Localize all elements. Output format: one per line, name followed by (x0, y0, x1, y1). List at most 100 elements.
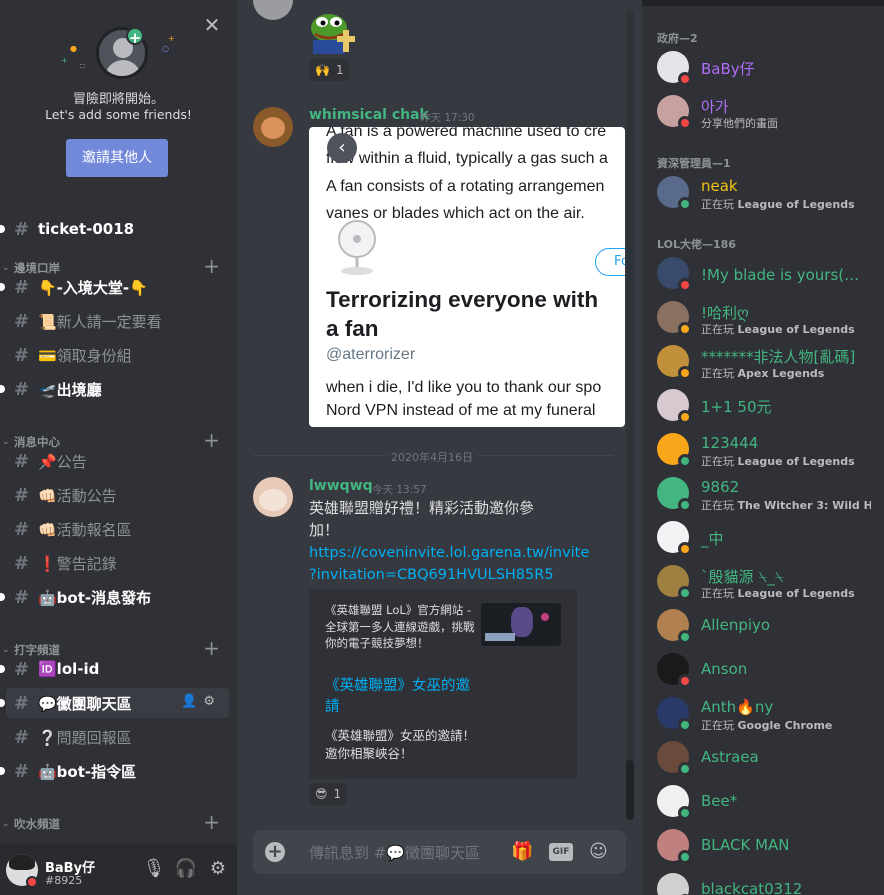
channel-item[interactable]: # 💬黴團聊天區 👤⚙ (0, 688, 229, 718)
onboarding-title: 冒險即將開始。 (72, 92, 164, 107)
message-author[interactable]: lwwqwq (309, 478, 373, 494)
member-item[interactable]: BaBy仔 (642, 45, 884, 89)
user-tag: #8925 (45, 874, 83, 887)
channel-item[interactable]: # 👊🏻活動報名區 (6, 514, 229, 544)
member-name: !哈利ღ (701, 304, 749, 322)
member-item[interactable]: blackcat0312 (642, 867, 884, 895)
member-group-label: 政府—2 (657, 32, 698, 45)
add-attachment-icon[interactable]: + (265, 842, 285, 862)
channel-settings-icon[interactable]: 👤⚙ (181, 694, 221, 709)
message-link[interactable]: https://coveninvite.lol.garena.tw/invite (309, 542, 589, 564)
channel-name: 🆔lol-id (38, 660, 100, 678)
member-item[interactable]: Bee* (642, 779, 884, 823)
tweet-handle: @aterrorizer (326, 346, 416, 363)
gif-button[interactable]: GIF (549, 843, 573, 861)
channel-name: 📌公告 (38, 452, 87, 471)
channel-item[interactable]: # ❗警告記錄 (6, 548, 229, 578)
status-online-icon (678, 454, 692, 468)
member-item[interactable]: Astraea (642, 735, 884, 779)
activity-game: The Witcher 3: Wild Hunt (737, 499, 872, 512)
embed-title-link[interactable]: 《英雄聯盟》女巫的邀請 (325, 676, 475, 718)
member-item[interactable]: 1+1 50元 (642, 383, 884, 427)
add-channel-icon[interactable]: + (203, 812, 220, 832)
channel-item[interactable]: # 💳領取身份組 (6, 340, 229, 370)
hashtag-icon: # (14, 692, 30, 714)
tweet-body: Nord VPN instead of me at my funeral (326, 402, 596, 419)
member-item[interactable]: _中 (642, 515, 884, 559)
status-online-icon (678, 197, 692, 211)
image-attachment[interactable]: A fan is a powered machine used to cre f… (309, 127, 625, 427)
channel-item[interactable]: # ticket-0018 (0, 214, 229, 244)
activity-game: League of Legends (737, 198, 855, 211)
activity-prefix: 分享他們的畫面 (701, 117, 778, 130)
scrollbar-track[interactable] (626, 10, 634, 820)
member-item[interactable]: `殷貓源 ⍀_⍀ 正在玩 League of Legends (642, 559, 884, 603)
avatar[interactable] (657, 873, 689, 895)
message-input[interactable]: 傳訊息到 #💬黴團聊天區 (309, 842, 480, 863)
gift-icon[interactable]: 🎁 (511, 841, 533, 862)
unread-indicator (0, 593, 5, 601)
tweet-title: a fan (326, 316, 379, 341)
reaction-pill[interactable]: 😎 1 (309, 783, 348, 805)
member-item[interactable]: 아가 分享他們的畫面 (642, 89, 884, 133)
member-name: Bee* (701, 792, 738, 810)
avatar[interactable] (253, 107, 293, 147)
message-link[interactable]: ?invitation=CBQ691HVULSH85R5 (309, 564, 554, 586)
close-icon[interactable]: ✕ (203, 15, 221, 35)
channel-item[interactable]: # 📌公告 (6, 446, 229, 476)
embed-text-line: flow within a fluid, typically a gas suc… (326, 150, 608, 167)
member-item[interactable]: Allenpiyo (642, 603, 884, 647)
chevron-left-icon[interactable]: ‹ (327, 133, 357, 163)
reaction-pill[interactable]: 🙌 1 (309, 59, 350, 81)
channel-name: 💬黴團聊天區 (38, 694, 132, 713)
member-activity: 正在玩 League of Legends (701, 196, 871, 212)
channel-name: 👊🏻活動公告 (38, 486, 117, 505)
channel-item[interactable]: # 🛫出境廳 (0, 374, 229, 404)
channel-item[interactable]: # 🤖bot-指令區 (0, 756, 229, 786)
member-item[interactable]: BLACK MAN (642, 823, 884, 867)
activity-game: Google Chrome (737, 719, 833, 732)
message-timestamp: 昨天 17:30 (420, 112, 475, 124)
follow-button[interactable]: Fo (595, 248, 625, 276)
member-item[interactable]: 123444 正在玩 League of Legends (642, 427, 884, 471)
invite-people-button[interactable]: 邀請其他人 (66, 139, 168, 177)
member-item[interactable]: !My blade is yours(精神不穩定 (642, 251, 884, 295)
member-item[interactable]: *******非法人物[亂碼] 正在玩 Apex Legends (642, 339, 884, 383)
member-activity: 正在玩 The Witcher 3: Wild Hunt (701, 497, 871, 513)
message-composer[interactable]: + 傳訊息到 #💬黴團聊天區 🎁 GIF ☺ (253, 830, 626, 874)
add-friend-illustration: + (96, 27, 148, 79)
microphone-icon[interactable]: 🎙 (138, 858, 170, 879)
avatar[interactable] (253, 477, 293, 517)
scrollbar-thumb[interactable] (626, 760, 634, 820)
member-activity: 正在玩 League of Legends (701, 585, 871, 601)
avatar[interactable] (253, 0, 293, 20)
status-online-icon (678, 806, 692, 820)
sparkle-icon: ∷ (80, 62, 86, 71)
channel-item[interactable]: # 🤖bot-消息發布 (0, 582, 229, 612)
channel-item[interactable]: # 📜新人請一定要看 (6, 306, 229, 336)
channel-category[interactable]: ⌄ 吹水頻道 + (0, 812, 237, 834)
member-item[interactable]: 9862正在玩 The Witcher 3: Wild Hunt (642, 471, 884, 515)
link-embed: 《英雄聯盟 LoL》官方網站 - 全球第一多人連線遊戲，挑戰你的電子競技夢想！ … (309, 589, 577, 779)
settings-icon[interactable]: ⚙ (202, 858, 234, 879)
emoji-icon[interactable]: ☺ (589, 841, 608, 862)
member-group-label: LOL大佬—186 (657, 238, 736, 251)
channel-item[interactable]: # 👊🏻活動公告 (6, 480, 229, 510)
member-item[interactable]: neak 正在玩 League of Legends (642, 170, 884, 214)
member-item[interactable]: Anson (642, 647, 884, 691)
channel-item[interactable]: # 👇-入境大堂-👇 (0, 272, 229, 302)
channel-item[interactable]: # 🆔lol-id (0, 654, 229, 684)
member-item[interactable]: Anth🔥ny 正在玩 Google Chrome (642, 691, 884, 735)
embed-thumbnail[interactable] (481, 603, 561, 646)
message-author[interactable]: whimsical chak (309, 107, 429, 123)
embed-description: 《英雄聯盟 LoL》官方網站 - 全球第一多人連線遊戲，挑戰你的電子競技夢想！ (325, 603, 475, 650)
channel-item[interactable]: # ❔問題回報區 (6, 722, 229, 752)
member-item[interactable]: !哈利ღ 正在玩 League of Legends (642, 295, 884, 339)
hashtag-icon: # (14, 276, 30, 298)
reaction-count: 1 (335, 63, 344, 77)
headphones-icon[interactable]: 🎧 (170, 858, 202, 879)
member-name: Astraea (701, 748, 759, 766)
channel-name: 👊🏻活動報名區 (38, 520, 132, 539)
member-name: `殷貓源 ⍀_⍀ (701, 568, 784, 586)
unread-indicator (0, 225, 5, 233)
